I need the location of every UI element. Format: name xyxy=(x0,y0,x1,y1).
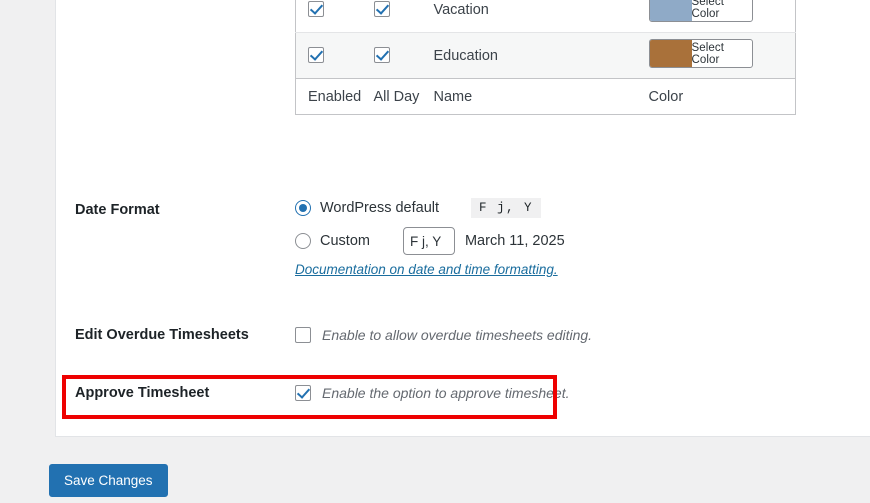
radio-custom-label: Custom xyxy=(320,233,370,249)
date-format-label: Date Format xyxy=(75,202,160,218)
column-header-all-day: All Day xyxy=(373,78,434,115)
enabled-checkbox-education[interactable] xyxy=(308,47,324,64)
column-header-enabled: Enabled xyxy=(295,78,374,115)
edit-overdue-label: Edit Overdue Timesheets xyxy=(75,327,249,343)
approve-timesheet-label: Approve Timesheet xyxy=(75,385,210,401)
approve-timesheet-checkbox[interactable] xyxy=(295,385,311,401)
column-header-name: Name xyxy=(433,78,649,115)
cell-all-day xyxy=(373,32,434,79)
settings-page: Absent Select Color Vacat xyxy=(0,0,870,503)
color-swatch-vacation xyxy=(649,0,692,21)
select-color-label: Select Color xyxy=(691,41,725,66)
edit-overdue-toggle: Enable to allow overdue timesheets editi… xyxy=(295,327,592,343)
event-types-table: Absent Select Color Vacat xyxy=(295,0,796,115)
date-format-custom-option[interactable]: Custom March 11, 2025 xyxy=(295,227,565,255)
date-format-field: WordPress default F j, Y Custom March 11… xyxy=(295,198,565,279)
cell-name-education: Education xyxy=(433,32,649,79)
event-types-table-body: Absent Select Color Vacat xyxy=(295,0,796,79)
custom-date-format-input[interactable] xyxy=(402,227,455,255)
all-day-checkbox-education[interactable] xyxy=(373,47,390,64)
column-header-color: Color xyxy=(648,78,796,115)
cell-enabled xyxy=(295,32,374,79)
date-format-documentation-link[interactable]: Documentation on date and time formattin… xyxy=(295,262,558,277)
select-color-button-education[interactable]: Select Color xyxy=(648,39,753,68)
cell-enabled xyxy=(295,0,374,33)
edit-overdue-field: Enable to allow overdue timesheets editi… xyxy=(295,327,592,343)
settings-content-panel: Absent Select Color Vacat xyxy=(55,0,870,437)
radio-wordpress-default[interactable] xyxy=(295,200,311,216)
cell-color: Select Color xyxy=(648,0,796,33)
save-changes-button[interactable]: Save Changes xyxy=(49,464,168,497)
edit-overdue-checkbox[interactable] xyxy=(295,327,311,343)
enabled-checkbox-vacation[interactable] xyxy=(308,1,324,18)
approve-timesheet-description: Enable the option to approve timesheet. xyxy=(322,385,570,401)
date-format-preview: March 11, 2025 xyxy=(464,233,565,249)
select-color-button-vacation[interactable]: Select Color xyxy=(648,0,753,22)
edit-overdue-description: Enable to allow overdue timesheets editi… xyxy=(322,327,593,343)
cell-color: Select Color xyxy=(648,32,796,79)
select-color-label: Select Color xyxy=(691,0,725,20)
table-row: Vacation Select Color xyxy=(295,0,796,33)
table-row: Education Select Color xyxy=(295,32,796,79)
cell-all-day xyxy=(373,0,434,33)
event-types-table-footer: Enabled All Day Name Color xyxy=(295,78,796,115)
radio-wordpress-default-label: WordPress default xyxy=(320,200,440,216)
table-footer-row: Enabled All Day Name Color xyxy=(295,78,796,115)
radio-custom[interactable] xyxy=(295,233,311,249)
color-swatch-education xyxy=(649,40,692,67)
approve-timesheet-field: Enable the option to approve timesheet. xyxy=(295,385,570,401)
all-day-checkbox-vacation[interactable] xyxy=(373,1,390,18)
date-format-default-code: F j, Y xyxy=(471,198,542,218)
date-format-default-option[interactable]: WordPress default F j, Y xyxy=(295,198,565,218)
cell-name-vacation: Vacation xyxy=(433,0,649,33)
approve-timesheet-toggle: Enable the option to approve timesheet. xyxy=(295,385,570,401)
